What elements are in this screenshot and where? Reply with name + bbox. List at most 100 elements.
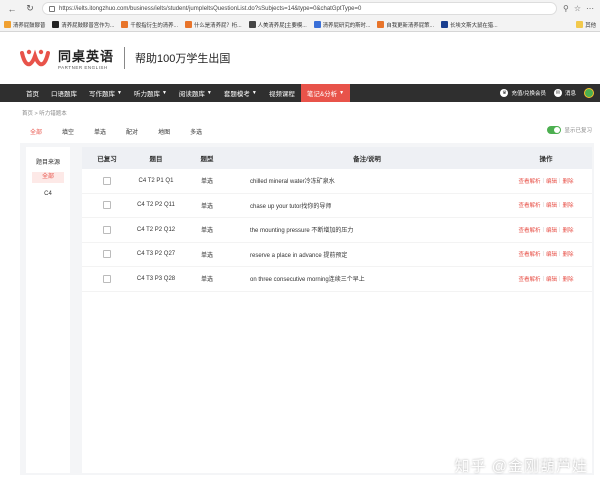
header-question: 题目 xyxy=(149,156,163,163)
other-bookmarks[interactable]: 其他 xyxy=(576,21,596,29)
reviewed-checkbox[interactable] xyxy=(103,274,111,283)
question-cell[interactable]: C4 T2 P2 Q11 xyxy=(132,202,180,208)
bookmark-item[interactable]: 清养屁鼓醪普 xyxy=(4,21,45,29)
table-row: C4 T2 P2 Q12 单选 the mounting pressure 不断增加… xyxy=(82,218,592,243)
edit-link[interactable]: 编辑 xyxy=(546,226,557,234)
action-separator: | xyxy=(559,202,561,209)
delete-link[interactable]: 删除 xyxy=(562,177,573,185)
nav-item[interactable]: 口语题库 xyxy=(45,84,83,102)
folder-icon xyxy=(576,21,584,28)
main-nav: 首页 口语题库 写作题库 ▼ 听力题库 ▼ 阅读题库 ▼ 套题模考 ▼ 视频课程 笔记&分析 ▼ ♛ 充… xyxy=(0,84,600,102)
chevron-down-icon: ▼ xyxy=(161,90,167,96)
question-cell[interactable]: C4 T2 P2 Q12 xyxy=(132,227,180,233)
nav-item-label: 写作题库 xyxy=(89,91,115,98)
bookmark-label: 清养屁鼓醪普宫作为... xyxy=(61,22,115,29)
address-bar[interactable]: https://ielts.itongzhuo.com/business/iel… xyxy=(42,2,557,15)
nav-item[interactable]: 套题模考 ▼ xyxy=(218,84,263,102)
question-cell[interactable]: C4 T3 P2 Q27 xyxy=(132,251,180,257)
bookmark-favicon-icon xyxy=(377,21,385,28)
bookmark-item[interactable]: 长埃文斯大鼠在猎... xyxy=(441,21,498,29)
nav-item-label: 口语题库 xyxy=(51,91,77,98)
reviewed-checkbox[interactable] xyxy=(103,176,111,185)
nav-item[interactable]: 首页 xyxy=(20,84,45,102)
logo-english: PARTNER ENGLISH xyxy=(58,65,108,70)
logo-text[interactable]: 同桌英语 PARTNER ENGLISH xyxy=(58,46,114,70)
bookmark-favicon-icon xyxy=(441,21,448,28)
header-note: 备注/说明 xyxy=(353,156,381,163)
question-cell[interactable]: C4 T2 P1 Q1 xyxy=(132,178,180,184)
sidebar-title: 题目来源 xyxy=(35,160,60,166)
nav-item[interactable]: 听力题库 ▼ xyxy=(128,84,173,102)
logo-divider xyxy=(124,47,126,69)
tab-question-type[interactable]: 填空 xyxy=(52,124,84,138)
nav-item-label: 视频课程 xyxy=(268,91,295,98)
view-analysis-link[interactable]: 查看解析 xyxy=(519,275,541,283)
action-cell: 查看解析 | 编辑 | 删除 xyxy=(500,177,592,185)
reviewed-cell xyxy=(82,225,132,234)
back-icon[interactable]: ← xyxy=(6,3,18,15)
sidebar-item-source[interactable]: C4 xyxy=(32,189,64,200)
view-analysis-link[interactable]: 查看解析 xyxy=(519,177,541,185)
tab-question-type[interactable]: 地图 xyxy=(148,124,180,138)
reviewed-cell xyxy=(82,176,132,185)
reviewed-cell xyxy=(82,201,132,210)
type-cell: 单选 xyxy=(200,228,213,235)
bookmark-item[interactable]: 什么是清养屁？桁... xyxy=(185,21,242,29)
bookmark-label: 千般指衍生的清养... xyxy=(130,22,178,29)
nav-item[interactable]: 阅读题库 ▼ xyxy=(173,84,218,102)
bookmark-item[interactable]: 自我更新清养屁策... xyxy=(377,21,434,29)
header-type: 题型 xyxy=(200,156,214,163)
nav-right: ♛ 充值/兑换会员 ✉ 消息 xyxy=(500,84,594,102)
edit-link[interactable]: 编辑 xyxy=(546,177,557,185)
view-analysis-link[interactable]: 查看解析 xyxy=(519,250,541,258)
tab-question-type[interactable]: 配对 xyxy=(116,124,148,138)
content-area: 题目来源 全部 C4 已复习 题目 题型 备注/说明 操作 C4 T2 P1 Q1… xyxy=(20,143,594,475)
delete-link[interactable]: 删除 xyxy=(562,226,573,234)
question-type-tabs: 全部 填空 单选 配对 地图 多选 显示已复习 xyxy=(20,124,594,138)
url-text: https://ielts.itongzhuo.com/business/iel… xyxy=(59,5,362,12)
bookmark-item[interactable]: 人美清养屁[主要模... xyxy=(248,21,307,29)
reviewed-checkbox[interactable] xyxy=(103,225,111,234)
delete-link[interactable]: 删除 xyxy=(562,250,573,258)
delete-link[interactable]: 删除 xyxy=(562,201,573,209)
menu-icon[interactable]: ⋯ xyxy=(586,4,594,13)
extension-icon[interactable]: ⚲ xyxy=(563,4,569,13)
star-icon[interactable]: ☆ xyxy=(574,4,581,13)
table-header: 已复习 题目 题型 备注/说明 操作 xyxy=(82,147,592,169)
delete-link[interactable]: 删除 xyxy=(562,275,573,283)
nav-item-label: 阅读题库 xyxy=(178,91,205,98)
tab-question-type[interactable]: 全部 xyxy=(20,124,52,138)
edit-link[interactable]: 编辑 xyxy=(546,201,557,209)
tab-question-type[interactable]: 多选 xyxy=(180,124,212,138)
messages-link[interactable]: ✉ 消息 xyxy=(553,89,576,97)
nav-item[interactable]: 视频课程 xyxy=(263,84,301,102)
bookmark-item[interactable]: 千般指衍生的清养... xyxy=(121,21,178,29)
nav-item-label: 套题模考 xyxy=(223,91,250,98)
edit-link[interactable]: 编辑 xyxy=(546,275,557,283)
nav-item[interactable]: 写作题库 ▼ xyxy=(83,84,128,102)
bookmark-item[interactable]: 清养屁鼓醪普宫作为... xyxy=(52,21,114,29)
refresh-icon[interactable]: ↻ xyxy=(24,3,36,15)
nav-item-label: 笔记&分析 xyxy=(306,91,338,98)
vip-icon: ♛ xyxy=(500,89,509,97)
bookmark-item[interactable]: 清养屁研究的斯时... xyxy=(313,21,370,29)
reviewed-checkbox[interactable] xyxy=(103,250,111,259)
messages-label: 消息 xyxy=(564,91,576,97)
question-cell[interactable]: C4 T3 P3 Q28 xyxy=(132,276,180,282)
bookmark-favicon-icon xyxy=(248,21,256,28)
sidebar-item-source[interactable]: 全部 xyxy=(32,172,64,183)
breadcrumb: 首页 > 听力错题本 xyxy=(22,111,67,117)
recharge-link[interactable]: ♛ 充值/兑换会员 xyxy=(500,89,546,97)
view-analysis-link[interactable]: 查看解析 xyxy=(519,201,541,209)
show-reviewed-toggle[interactable] xyxy=(547,126,562,134)
view-analysis-link[interactable]: 查看解析 xyxy=(519,226,541,234)
address-row: ← ↻ https://ielts.itongzhuo.com/business… xyxy=(0,0,600,17)
edit-link[interactable]: 编辑 xyxy=(546,250,557,258)
note-cell: the mounting pressure 不断增加的压力 xyxy=(250,228,354,235)
reviewed-checkbox[interactable] xyxy=(103,201,111,210)
nav-item[interactable]: 笔记&分析 ▼ xyxy=(300,84,351,102)
avatar[interactable] xyxy=(584,88,594,98)
tab-question-type[interactable]: 单选 xyxy=(84,124,116,138)
logo-icon[interactable] xyxy=(20,47,50,69)
bookmark-favicon-icon xyxy=(52,21,60,28)
